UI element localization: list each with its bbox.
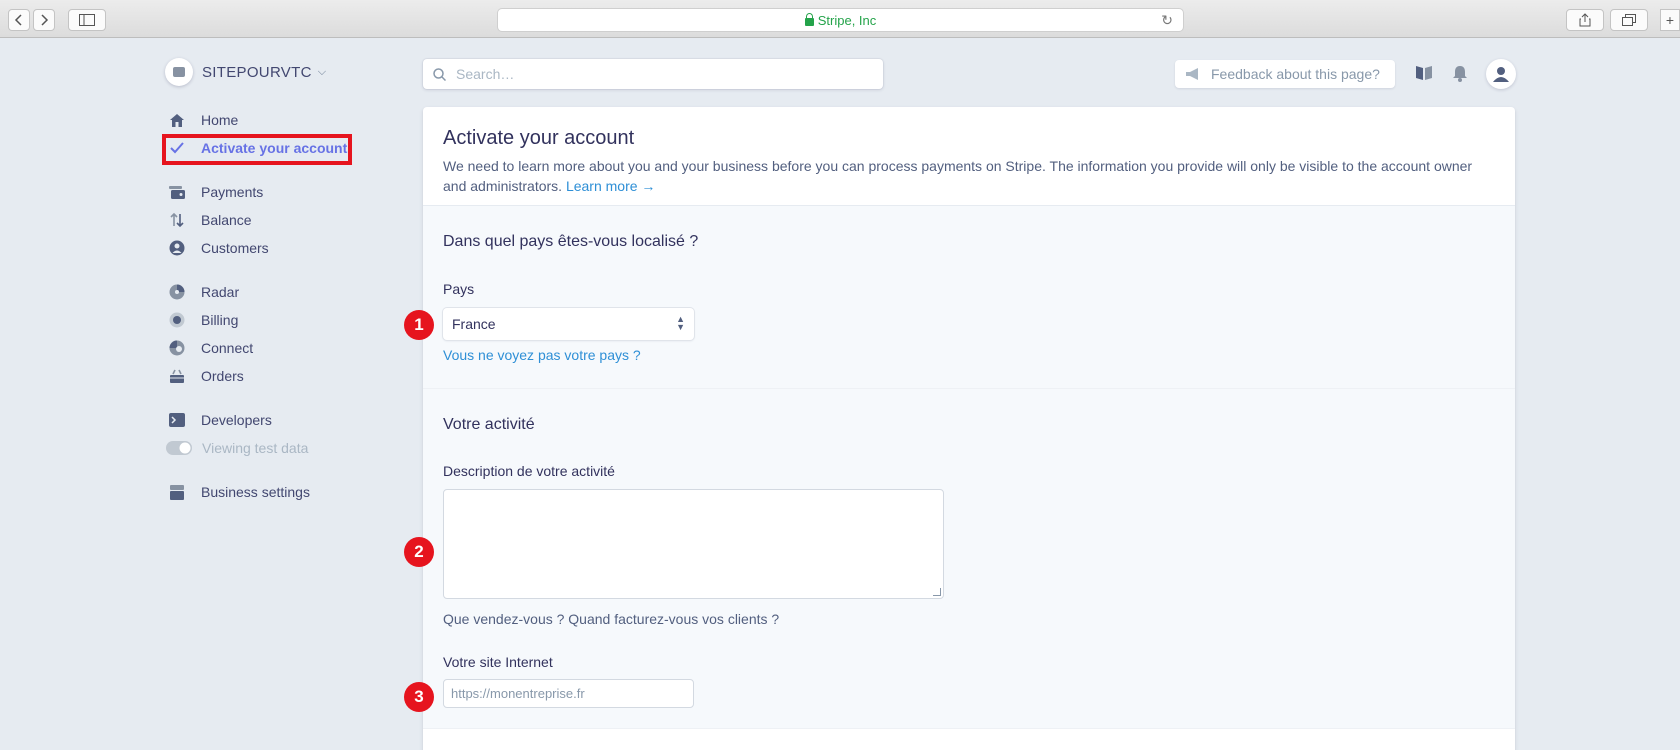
- terminal-icon: [169, 412, 185, 428]
- share-icon: [1579, 13, 1591, 27]
- sidebar-item-balance[interactable]: Balance: [169, 210, 252, 230]
- balance-icon: [169, 212, 185, 228]
- sidebar-item-developers[interactable]: Developers: [169, 410, 272, 430]
- page-description: We need to learn more about you and your…: [443, 156, 1495, 196]
- sidebar-item-radar[interactable]: Radar: [169, 282, 239, 302]
- search-icon: [433, 67, 446, 81]
- connect-icon: [169, 340, 185, 356]
- sidebar-item-label: Viewing test data: [202, 440, 309, 456]
- megaphone-icon: [1186, 68, 1198, 80]
- orders-icon: [169, 368, 185, 384]
- sidebar-item-home[interactable]: Home: [169, 110, 238, 130]
- activity-description-hint: Que vendez-vous ? Quand facturez-vous vo…: [443, 611, 780, 627]
- home-icon: [169, 112, 185, 128]
- sidebar-toggle-button[interactable]: [68, 9, 106, 31]
- website-input[interactable]: [444, 680, 693, 707]
- new-tab-icon: +: [1665, 12, 1675, 28]
- activity-description-textarea[interactable]: [443, 489, 944, 599]
- activity-section-title: Votre activité: [443, 416, 535, 433]
- feedback-button[interactable]: Feedback about this page?: [1175, 60, 1395, 88]
- payments-icon: [169, 184, 185, 200]
- chevron-left-icon: [14, 14, 22, 26]
- tabs-icon: [1622, 14, 1636, 26]
- user-icon: [1493, 67, 1509, 82]
- url-text: Stripe, Inc: [817, 12, 877, 28]
- tabs-overview-button[interactable]: [1610, 9, 1648, 31]
- new-tab-button[interactable]: +: [1660, 9, 1680, 31]
- learn-more-link[interactable]: Learn more →: [566, 178, 655, 194]
- search-bar[interactable]: [423, 59, 883, 89]
- account-switcher[interactable]: SITEPOURVTC ⌵: [165, 58, 326, 86]
- country-select[interactable]: France ▲ ▼: [443, 308, 694, 340]
- missing-country-link[interactable]: Vous ne voyez pas votre pays ?: [443, 347, 641, 363]
- activity-description-label: Description de votre activité: [443, 463, 615, 479]
- chevron-down-icon: ⌵: [317, 65, 327, 78]
- sidebar-item-label: Orders: [201, 368, 244, 384]
- sidebar-item-customers[interactable]: Customers: [169, 238, 269, 258]
- sidebar-item-payments[interactable]: Payments: [169, 182, 263, 202]
- sidebar-item-label: Home: [201, 112, 239, 128]
- radar-icon: [169, 284, 185, 300]
- share-button[interactable]: [1566, 9, 1604, 31]
- back-button[interactable]: [8, 9, 30, 31]
- account-name: SITEPOURVTC: [202, 63, 312, 81]
- store-logo-icon: [165, 58, 193, 86]
- sidebar-icon: [79, 14, 95, 26]
- step-marker-3: 3: [404, 682, 434, 712]
- customers-icon: [169, 240, 185, 256]
- sidebar-item-label: Payments: [201, 184, 264, 200]
- country-select-value: France: [452, 316, 496, 332]
- sidebar-item-label: Customers: [201, 240, 269, 256]
- sidebar-item-label: Radar: [201, 284, 240, 300]
- test-data-toggle[interactable]: Viewing test data: [166, 438, 308, 458]
- sidebar-item-label: Business settings: [201, 484, 310, 500]
- sidebar-item-label: Balance: [201, 212, 252, 228]
- sidebar-item-orders[interactable]: Orders: [169, 366, 244, 386]
- store-icon: [169, 484, 185, 500]
- website-label: Votre site Internet: [443, 654, 553, 670]
- highlight-annotation: [162, 134, 352, 165]
- chevron-right-icon: [41, 14, 49, 26]
- sidebar-item-label: Billing: [201, 312, 239, 328]
- activity-section: Votre activité Description de votre acti…: [423, 389, 1515, 729]
- sidebar-item-label: Connect: [201, 340, 254, 356]
- search-input[interactable]: [456, 66, 856, 82]
- step-marker-1: 1: [404, 310, 434, 340]
- page-title: Activate your account: [443, 127, 635, 149]
- reload-icon[interactable]: ↻: [1161, 12, 1173, 29]
- activation-card: Activate your account We need to learn m…: [423, 107, 1515, 750]
- feedback-label: Feedback about this page?: [1211, 66, 1380, 82]
- country-label: Pays: [443, 281, 475, 297]
- toggle-icon: [166, 440, 192, 456]
- browser-toolbar: Stripe, Inc ↻ +: [0, 0, 1680, 38]
- sidebar-item-billing[interactable]: Billing: [169, 310, 238, 330]
- docs-icon[interactable]: [1414, 63, 1434, 83]
- country-section-title: Dans quel pays êtes-vous localisé ?: [443, 233, 699, 250]
- website-field[interactable]: [443, 679, 694, 708]
- sidebar-item-connect[interactable]: Connect: [169, 338, 253, 358]
- sidebar-item-business-settings[interactable]: Business settings: [169, 482, 310, 502]
- forward-button[interactable]: [33, 9, 55, 31]
- billing-icon: [169, 312, 185, 328]
- country-section: Dans quel pays êtes-vous localisé ? Pays…: [423, 206, 1515, 389]
- card-header: Activate your account We need to learn m…: [423, 107, 1515, 206]
- address-bar[interactable]: Stripe, Inc ↻: [497, 8, 1184, 32]
- lock-icon: [804, 13, 814, 26]
- resize-handle-icon[interactable]: [933, 588, 941, 596]
- select-arrows-icon: ▲ ▼: [676, 314, 685, 332]
- bell-icon[interactable]: [1450, 63, 1470, 83]
- sidebar-item-label: Developers: [201, 412, 272, 428]
- avatar[interactable]: [1486, 59, 1516, 89]
- step-marker-2: 2: [404, 537, 434, 567]
